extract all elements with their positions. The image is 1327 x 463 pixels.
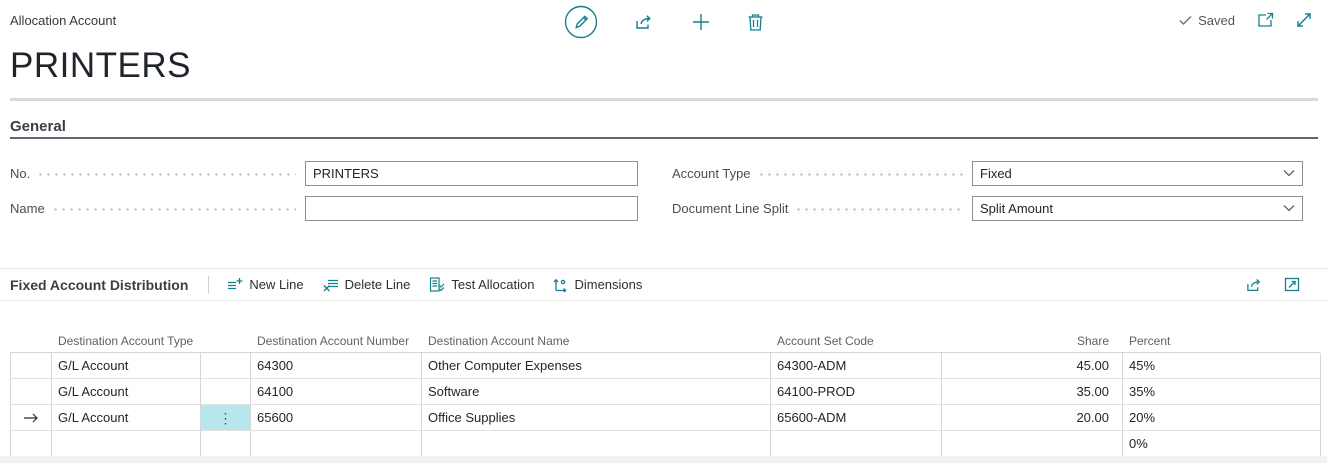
add-plus-icon[interactable]	[692, 13, 710, 31]
cell-percent: 20%	[1123, 405, 1321, 431]
delete-trash-icon[interactable]	[747, 13, 764, 31]
cell-percent: 0%	[1123, 431, 1321, 457]
col-account-set-code[interactable]: Account Set Code	[770, 334, 941, 348]
delete-line-icon	[323, 277, 339, 292]
document-line-split-label: Document Line Split	[672, 201, 788, 216]
cell-share[interactable]: 20.00	[942, 405, 1123, 431]
share-icon[interactable]	[1246, 277, 1264, 293]
col-percent[interactable]: Percent	[1122, 334, 1320, 348]
document-line-split-value: Split Amount	[980, 201, 1053, 216]
test-allocation-button[interactable]: Test Allocation	[429, 277, 534, 292]
distribution-grid: G/L Account 64300 Other Computer Expense…	[10, 352, 1320, 457]
test-allocation-label: Test Allocation	[451, 277, 534, 292]
dimensions-button[interactable]: Dimensions	[553, 277, 642, 292]
chevron-down-icon	[1283, 204, 1295, 212]
dimensions-label: Dimensions	[574, 277, 642, 292]
field-document-line-split: Document Line Split Split Amount	[672, 195, 1303, 221]
cell-destination-account-type[interactable]: G/L Account	[52, 405, 201, 431]
no-input[interactable]	[305, 161, 638, 186]
dimensions-icon	[553, 277, 568, 292]
expand-diagonal-icon[interactable]	[1296, 12, 1312, 28]
cell-destination-account-number[interactable]: 64100	[251, 379, 422, 405]
cell-destination-account-number[interactable]	[251, 431, 422, 457]
grid-header-row: Destination Account Type Destination Acc…	[10, 329, 1320, 352]
chevron-down-icon	[1283, 169, 1295, 177]
cell-assist-menu[interactable]: ⋮	[201, 405, 251, 431]
cell-percent: 45%	[1123, 353, 1321, 379]
general-section-rule	[10, 137, 1318, 139]
distribution-section-heading[interactable]: Fixed Account Distribution	[10, 277, 188, 293]
open-in-new-window-icon[interactable]	[1257, 12, 1274, 28]
open-in-window-icon[interactable]	[1284, 277, 1300, 292]
edit-pencil-icon[interactable]	[564, 5, 598, 39]
vertical-ellipsis-icon: ⋮	[219, 411, 233, 425]
breadcrumb[interactable]: Allocation Account	[10, 13, 116, 28]
cell-destination-account-name[interactable]: Office Supplies	[422, 405, 771, 431]
new-line-label: New Line	[249, 277, 303, 292]
no-label: No.	[10, 166, 30, 181]
cell-percent: 35%	[1123, 379, 1321, 405]
toolbar-separator	[208, 276, 209, 294]
save-status: Saved	[1179, 13, 1235, 28]
cell-account-set-code[interactable]: 64100-PROD	[771, 379, 942, 405]
cell-share[interactable]: 45.00	[942, 353, 1123, 379]
delete-line-button[interactable]: Delete Line	[323, 277, 411, 292]
dotted-leader	[39, 173, 296, 176]
check-icon	[1179, 15, 1192, 26]
cell-assist[interactable]	[201, 431, 251, 457]
account-type-select[interactable]: Fixed	[972, 161, 1303, 186]
cell-destination-account-name[interactable]: Software	[422, 379, 771, 405]
general-section-heading[interactable]: General	[10, 118, 66, 135]
new-line-icon	[227, 277, 243, 292]
field-name: Name	[10, 195, 638, 221]
share-icon[interactable]	[635, 13, 655, 31]
grid-footer-strip	[0, 456, 1327, 463]
cell-assist[interactable]	[201, 353, 251, 379]
row-selector-cell[interactable]	[11, 353, 52, 379]
dotted-leader	[54, 208, 296, 211]
cell-share[interactable]: 35.00	[942, 379, 1123, 405]
test-allocation-icon	[429, 277, 445, 292]
page-action-bar	[564, 4, 764, 40]
dotted-leader	[797, 208, 963, 211]
delete-line-label: Delete Line	[345, 277, 411, 292]
row-selector-cell[interactable]	[11, 431, 52, 457]
cell-assist[interactable]	[201, 379, 251, 405]
current-row-arrow-icon	[23, 412, 39, 424]
window-controls: Saved	[1179, 12, 1312, 28]
cell-destination-account-type[interactable]: G/L Account	[52, 353, 201, 379]
save-status-label: Saved	[1198, 13, 1235, 28]
account-type-label: Account Type	[672, 166, 751, 181]
name-input[interactable]	[305, 196, 638, 221]
new-line-button[interactable]: New Line	[227, 277, 303, 292]
field-account-type: Account Type Fixed	[672, 160, 1303, 186]
cell-destination-account-name[interactable]: Other Computer Expenses	[422, 353, 771, 379]
cell-destination-account-number[interactable]: 64300	[251, 353, 422, 379]
col-destination-account-name[interactable]: Destination Account Name	[421, 334, 770, 348]
account-type-value: Fixed	[980, 166, 1012, 181]
distribution-toolbar: Fixed Account Distribution New Line Dele…	[0, 268, 1327, 301]
cell-account-set-code[interactable]: 65600-ADM	[771, 405, 942, 431]
row-selector-cell[interactable]	[11, 379, 52, 405]
cell-share[interactable]	[942, 431, 1123, 457]
title-divider	[10, 98, 1318, 101]
page-title: PRINTERS	[10, 46, 191, 86]
col-share[interactable]: Share	[941, 334, 1122, 348]
cell-destination-account-number[interactable]: 65600	[251, 405, 422, 431]
name-label: Name	[10, 201, 45, 216]
dotted-leader	[760, 173, 963, 176]
cell-destination-account-name[interactable]	[422, 431, 771, 457]
row-selector-cell-current[interactable]	[11, 405, 52, 431]
cell-destination-account-type[interactable]	[52, 431, 201, 457]
cell-destination-account-type[interactable]: G/L Account	[52, 379, 201, 405]
cell-account-set-code[interactable]	[771, 431, 942, 457]
document-line-split-select[interactable]: Split Amount	[972, 196, 1303, 221]
cell-account-set-code[interactable]: 64300-ADM	[771, 353, 942, 379]
field-no: No.	[10, 160, 638, 186]
col-destination-account-type[interactable]: Destination Account Type	[51, 334, 200, 348]
col-destination-account-number[interactable]: Destination Account Number	[250, 334, 421, 348]
